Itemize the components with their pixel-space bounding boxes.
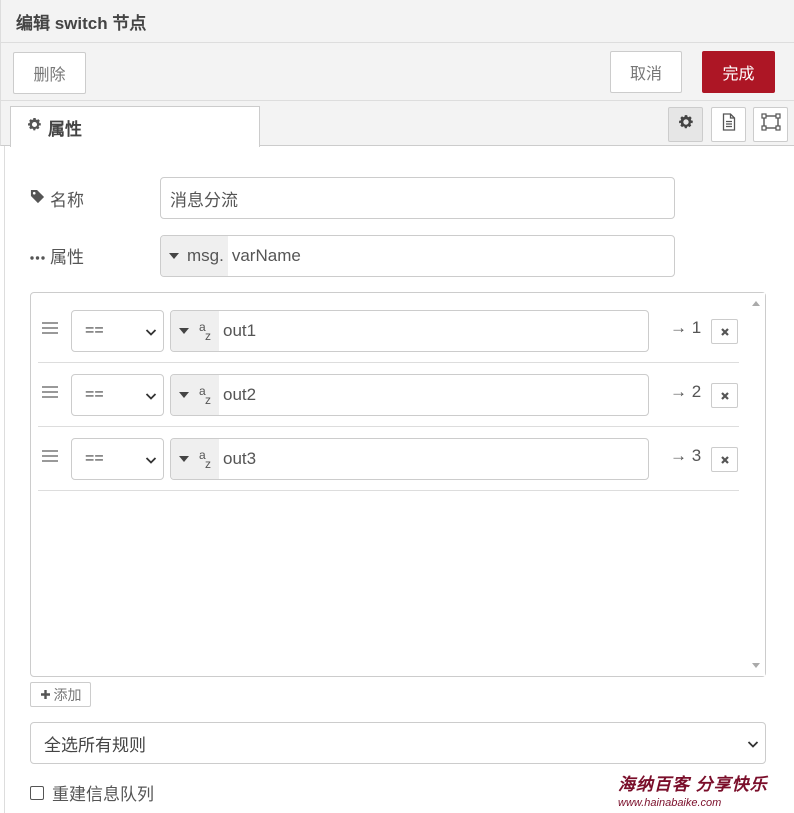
close-icon [720, 455, 729, 464]
panel-edge [4, 146, 5, 813]
description-view-button[interactable] [711, 107, 746, 142]
rules-scrollbar[interactable] [748, 293, 765, 676]
tabs-bar: 属性 [0, 101, 794, 147]
rule-value-input[interactable]: az out3 [170, 438, 649, 480]
plus-icon [40, 690, 50, 699]
value-type-select[interactable]: az [171, 311, 219, 351]
name-input[interactable]: 消息分流 [160, 177, 675, 219]
string-type-icon: az [199, 448, 211, 471]
watermark-line1: 海纳百客 分享快乐 [618, 775, 768, 794]
add-rule-button[interactable]: 添加 [30, 682, 91, 707]
node-frame-icon [760, 113, 781, 136]
done-button[interactable]: 完成 [702, 51, 775, 93]
rule-row: == az out3 → 3 [38, 427, 739, 491]
scroll-up-icon[interactable] [752, 301, 760, 306]
operator-value: == [85, 386, 104, 403]
value-type-select[interactable]: az [171, 375, 219, 415]
name-label: 名称 [30, 186, 84, 211]
value-type-select[interactable]: az [171, 439, 219, 479]
caret-down-icon [179, 392, 189, 398]
operator-value: == [85, 450, 104, 467]
settings-view-button[interactable] [668, 107, 703, 142]
gear-icon [678, 114, 694, 135]
add-rule-label: 添加 [53, 686, 82, 703]
string-type-icon: az [199, 320, 211, 343]
tab-properties-label: 属性 [48, 119, 82, 139]
drag-handle-icon[interactable] [42, 321, 58, 340]
drag-handle-icon[interactable] [42, 385, 58, 404]
scroll-down-icon[interactable] [752, 663, 760, 668]
rule-row: == az out1 → 1 [38, 299, 739, 363]
rule-value-input[interactable]: az out1 [170, 310, 649, 352]
delete-button[interactable]: 删除 [13, 52, 86, 94]
operator-value: == [85, 322, 104, 339]
property-typed-input[interactable]: msg. varName [160, 235, 675, 277]
operator-select[interactable]: == [71, 310, 164, 352]
site-watermark: 海纳百客 分享快乐 www.hainabaike.com [618, 776, 768, 812]
rules-list: == az out1 → 1 == az out2 → 2 == a z out… [30, 292, 766, 677]
dialog-toolbar: 删除 取消 完成 [0, 43, 794, 101]
caret-down-icon [169, 253, 179, 259]
operator-select[interactable]: == [71, 374, 164, 416]
caret-down-icon [179, 456, 189, 462]
cancel-button[interactable]: 取消 [610, 51, 682, 93]
watermark-line2: www.hainabaike.com [618, 797, 722, 809]
chevron-down-icon [145, 393, 157, 400]
chevron-down-icon [145, 329, 157, 336]
rule-value[interactable]: out3 [219, 439, 256, 479]
property-type-select[interactable]: msg. [161, 236, 228, 276]
rule-value[interactable]: out2 [219, 375, 256, 415]
close-icon [720, 327, 729, 336]
check-mode-value: 全选所有规则 [44, 735, 146, 755]
dialog-header: 编辑 switch 节点 [0, 0, 794, 43]
rule-value-input[interactable]: az out2 [170, 374, 649, 416]
remove-rule-button[interactable] [711, 383, 738, 408]
operator-select[interactable]: == [71, 438, 164, 480]
appearance-view-button[interactable] [753, 107, 788, 142]
output-port-label: → 1 [670, 318, 702, 337]
document-icon [721, 113, 737, 136]
recreate-sequences-label: 重建信息队列 [52, 785, 154, 804]
remove-rule-button[interactable] [711, 447, 738, 472]
caret-down-icon [179, 328, 189, 334]
output-port-label: → 3 [670, 446, 702, 465]
property-label-text: 属性 [50, 248, 84, 267]
rule-row: == az out2 → 2 [38, 363, 739, 427]
chevron-down-icon [747, 741, 759, 748]
check-mode-select[interactable]: 全选所有规则 [30, 722, 766, 764]
name-label-text: 名称 [50, 191, 84, 210]
dialog-title: 编辑 switch 节点 [16, 14, 147, 33]
chevron-down-icon [145, 457, 157, 464]
ellipsis-icon [30, 246, 50, 266]
remove-rule-button[interactable] [711, 319, 738, 344]
property-value[interactable]: varName [228, 236, 301, 276]
string-type-icon: az [199, 384, 211, 407]
gear-icon [27, 117, 48, 137]
recreate-sequences-option[interactable]: 重建信息队列 [30, 780, 154, 805]
property-label: 属性 [30, 243, 84, 268]
tab-properties[interactable]: 属性 [10, 106, 260, 147]
recreate-sequences-checkbox[interactable] [30, 785, 44, 800]
close-icon [720, 391, 729, 400]
rule-value[interactable]: out1 [219, 311, 256, 351]
property-type-label: msg. [187, 246, 224, 265]
tag-icon [30, 189, 50, 209]
output-port-label: → 2 [670, 382, 702, 401]
drag-handle-icon[interactable] [42, 449, 58, 468]
